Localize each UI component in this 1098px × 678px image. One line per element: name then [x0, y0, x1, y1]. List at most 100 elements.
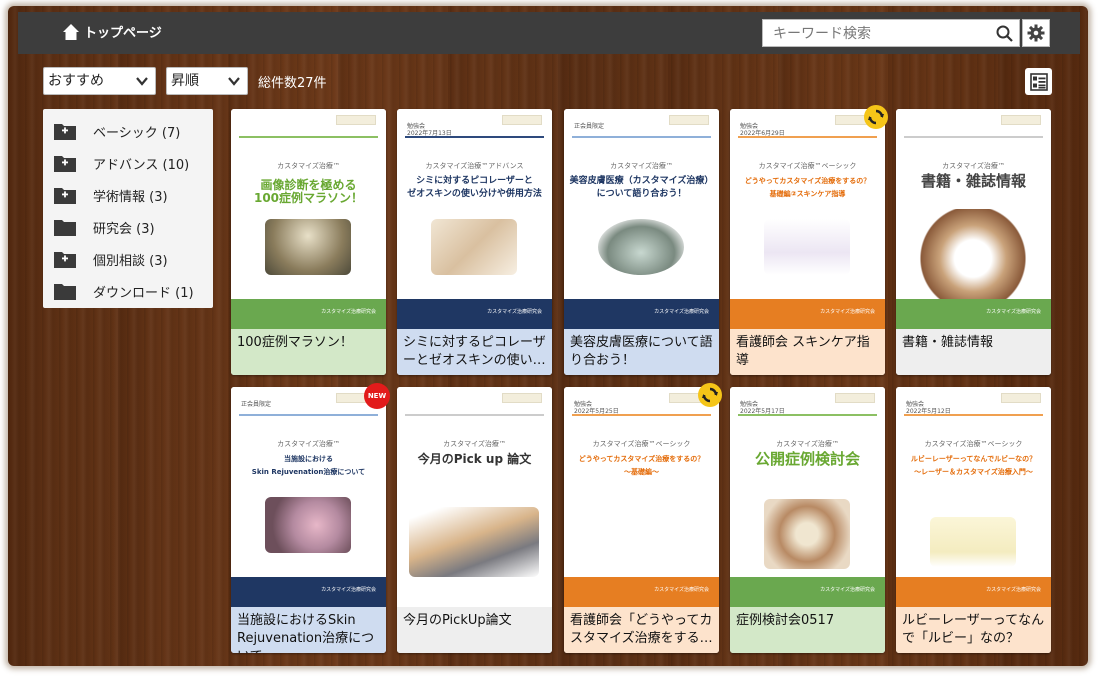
thumbnail-prelabel: 正会員限定	[241, 401, 272, 408]
thumbnail-rule	[738, 136, 877, 138]
sidebar-item-label: 個別相談 (3)	[93, 253, 168, 269]
content-card[interactable]: 勉強会 2022年5月25日 カスタマイズ治療™ベーシック どうやってカスタマイズ治…	[564, 387, 719, 653]
card-thumbnail: 勉強会 2022年5月25日 カスタマイズ治療™ベーシック どうやってカスタマイズ治…	[564, 387, 719, 607]
sidebar-item-consultation[interactable]: 個別相談 (3)	[43, 243, 213, 275]
content-card[interactable]: 勉強会 2022年6月29日 カスタマイズ治療™ベーシック どうやってカスタマイズ治…	[730, 109, 885, 375]
content-card[interactable]: カスタマイズ治療™ 書籍・雑誌情報 カスタマイズ治療研究会 書籍・雑誌情報	[896, 109, 1051, 375]
thumbnail-headline: どうやってカスタマイズ治療をするの？ 基礎編②スキンケア指導	[744, 177, 871, 198]
thumbnail-rule	[405, 136, 544, 138]
thumbnail-headline: 当施設における Skin Rejuvenation治療について	[251, 455, 366, 476]
thumbnail-brand: カスタマイズ治療™	[443, 440, 506, 448]
thumbnail-footer-text: カスタマイズ治療研究会	[321, 587, 376, 593]
thumbnail-headline: 今月のPick up 論文	[417, 452, 532, 466]
order-select[interactable]: 昇順	[166, 67, 248, 95]
thumbnail-prelabel: 正会員限定	[574, 123, 605, 130]
thumbnail-tag	[1001, 115, 1041, 125]
sidebar-item-study-group[interactable]: 研究会 (3)	[43, 211, 213, 243]
sidebar-item-label: 研究会 (3)	[93, 221, 155, 237]
thumbnail-photo	[598, 497, 684, 553]
content-card[interactable]: 正会員限定 カスタマイズ治療™ 当施設における Skin Rejuvenation治…	[231, 387, 386, 653]
thumbnail-prelabel: 勉強会 2022年5月17日	[740, 401, 785, 415]
thumbnail-tag	[835, 393, 875, 403]
card-caption: 今月のPickUp論文	[397, 607, 552, 653]
card-thumbnail: 正会員限定カスタマイズ治療™ 美容皮膚医療（カスタマイズ治療） について語り合おう…	[564, 109, 719, 329]
list-view-icon	[1029, 72, 1048, 91]
new-badge: NEW	[364, 383, 390, 409]
thumbnail-footer: カスタマイズ治療研究会	[231, 299, 386, 329]
settings-button[interactable]	[1022, 19, 1050, 47]
sidebar-item-label: アドバンス (10)	[93, 157, 190, 173]
thumbnail-tag	[502, 115, 542, 125]
card-caption: 当施設におけるSkin Rejuvenation治療について	[231, 607, 386, 653]
card-caption: 美容皮膚医療について語り合おう！	[564, 329, 719, 375]
thumbnail-footer-text: カスタマイズ治療研究会	[986, 587, 1041, 593]
top-navigation-bar: トップページ	[18, 12, 1080, 54]
content-card[interactable]: 勉強会 2022年5月17日 カスタマイズ治療™ 公開症例検討会 カスタマイズ治療研究…	[730, 387, 885, 653]
thumbnail-headline: どうやってカスタマイズ治療をするの？ ～基礎編～	[578, 455, 705, 476]
thumbnail-photo	[764, 219, 850, 275]
thumbnail-headline: シミに対するピコレーザーと ゼオスキンの使い分けや併用方法	[407, 176, 542, 199]
thumbnail-footer: カスタマイズ治療研究会	[397, 299, 552, 329]
search-input[interactable]	[771, 21, 995, 47]
sidebar-item-download[interactable]: ダウンロード (1)	[43, 275, 213, 307]
updated-badge-icon	[698, 383, 722, 407]
content-card[interactable]: カスタマイズ治療™ 画像診断を極める 100症例マラソン！ カスタマイズ治療研究会 1…	[231, 109, 386, 375]
thumbnail-footer-text: カスタマイズ治療研究会	[487, 309, 542, 315]
sort-select[interactable]: おすすめ	[43, 67, 156, 95]
updated-badge-icon	[864, 105, 888, 129]
thumbnail-footer: カスタマイズ治療研究会	[896, 299, 1051, 329]
thumbnail-photo	[598, 219, 684, 275]
thumbnail-footer-text: カスタマイズ治療研究会	[654, 309, 709, 315]
thumbnail-brand: カスタマイズ治療™	[942, 162, 1005, 170]
thumbnail-footer: カスタマイズ治療研究会	[564, 299, 719, 329]
category-sidebar: ベーシック (7) アドバンス (10) 学術情報 (3) 研究会 (3) 個別…	[43, 109, 213, 308]
content-card[interactable]: 正会員限定カスタマイズ治療™ 美容皮膚医療（カスタマイズ治療） について語り合おう…	[564, 109, 719, 375]
sidebar-item-basic[interactable]: ベーシック (7)	[43, 115, 213, 147]
thumbnail-brand: カスタマイズ治療™	[277, 162, 340, 170]
thumbnail-headline: 画像診断を極める 100症例マラソン！	[253, 178, 364, 205]
card-thumbnail: 正会員限定 カスタマイズ治療™ 当施設における Skin Rejuvenation治…	[231, 387, 386, 607]
thumbnail-rule	[572, 136, 711, 138]
folder-plus-icon	[54, 188, 76, 204]
thumbnail-photo	[409, 507, 539, 577]
list-view-toggle[interactable]	[1025, 68, 1052, 95]
thumbnail-prelabel: 勉強会 2022年5月25日	[574, 401, 619, 415]
thumbnail-rule	[405, 414, 544, 416]
content-card[interactable]: 勉強会 2022年5月12日 カスタマイズ治療™ベーシック ルビーレーザーってなんで…	[896, 387, 1051, 653]
content-card[interactable]: 勉強会 2022年7月13日 カスタマイズ治療™アドバンス シミに対するピコレーザー…	[397, 109, 552, 375]
thumbnail-rule	[904, 136, 1043, 138]
thumbnail-brand: カスタマイズ治療™	[610, 162, 673, 170]
thumbnail-tag	[502, 393, 542, 403]
thumbnail-footer-text: カスタマイズ治療研究会	[654, 587, 709, 593]
thumbnail-footer: カスタマイズ治療研究会	[730, 577, 885, 607]
card-caption: ルビーレーザーってなんで「ルビー」なの？	[896, 607, 1051, 653]
card-caption: 看護師会「どうやってカスタマイズ治療をする…	[564, 607, 719, 653]
content-card[interactable]: カスタマイズ治療™ 今月のPick up 論文今月のPickUp論文	[397, 387, 552, 653]
sidebar-item-label: 学術情報 (3)	[93, 189, 168, 205]
sidebar-item-academic[interactable]: 学術情報 (3)	[43, 179, 213, 211]
thumbnail-footer-text: カスタマイズ治療研究会	[820, 587, 875, 593]
thumbnail-photo	[265, 219, 351, 275]
thumbnail-prelabel: 勉強会 2022年5月12日	[906, 401, 951, 415]
thumbnail-prelabel: 勉強会 2022年6月29日	[740, 123, 785, 137]
thumbnail-headline: 美容皮膚医療（カスタマイズ治療） について語り合おう！	[569, 176, 714, 199]
card-thumbnail: カスタマイズ治療™ 書籍・雑誌情報 カスタマイズ治療研究会	[896, 109, 1051, 329]
home-link[interactable]: トップページ	[62, 22, 162, 41]
thumbnail-footer-text: カスタマイズ治療研究会	[820, 309, 875, 315]
thumbnail-headline: ルビーレーザーってなんでルビーなの？ ～レーザー＆カスタマイズ治療入門～	[910, 455, 1037, 476]
thumbnail-headline: 公開症例検討会	[754, 450, 860, 468]
gear-icon	[1027, 24, 1045, 42]
thumbnail-photo	[431, 219, 517, 275]
folder-plus-icon	[54, 124, 76, 140]
card-caption: シミに対するピコレーザーとゼオスキンの使い…	[397, 329, 552, 375]
thumbnail-rule	[239, 414, 378, 416]
wood-background: トップページ おすすめ 昇順 総件数27件	[8, 6, 1088, 666]
search-icon[interactable]	[996, 25, 1013, 46]
thumbnail-footer: カスタマイズ治療研究会	[896, 577, 1051, 607]
thumbnail-footer: カスタマイズ治療研究会	[231, 577, 386, 607]
thumbnail-photo	[930, 517, 1016, 567]
search-box	[762, 19, 1020, 47]
order-select-value: 昇順	[171, 73, 199, 89]
sort-select-value: おすすめ	[48, 73, 104, 89]
sidebar-item-advance[interactable]: アドバンス (10)	[43, 147, 213, 179]
